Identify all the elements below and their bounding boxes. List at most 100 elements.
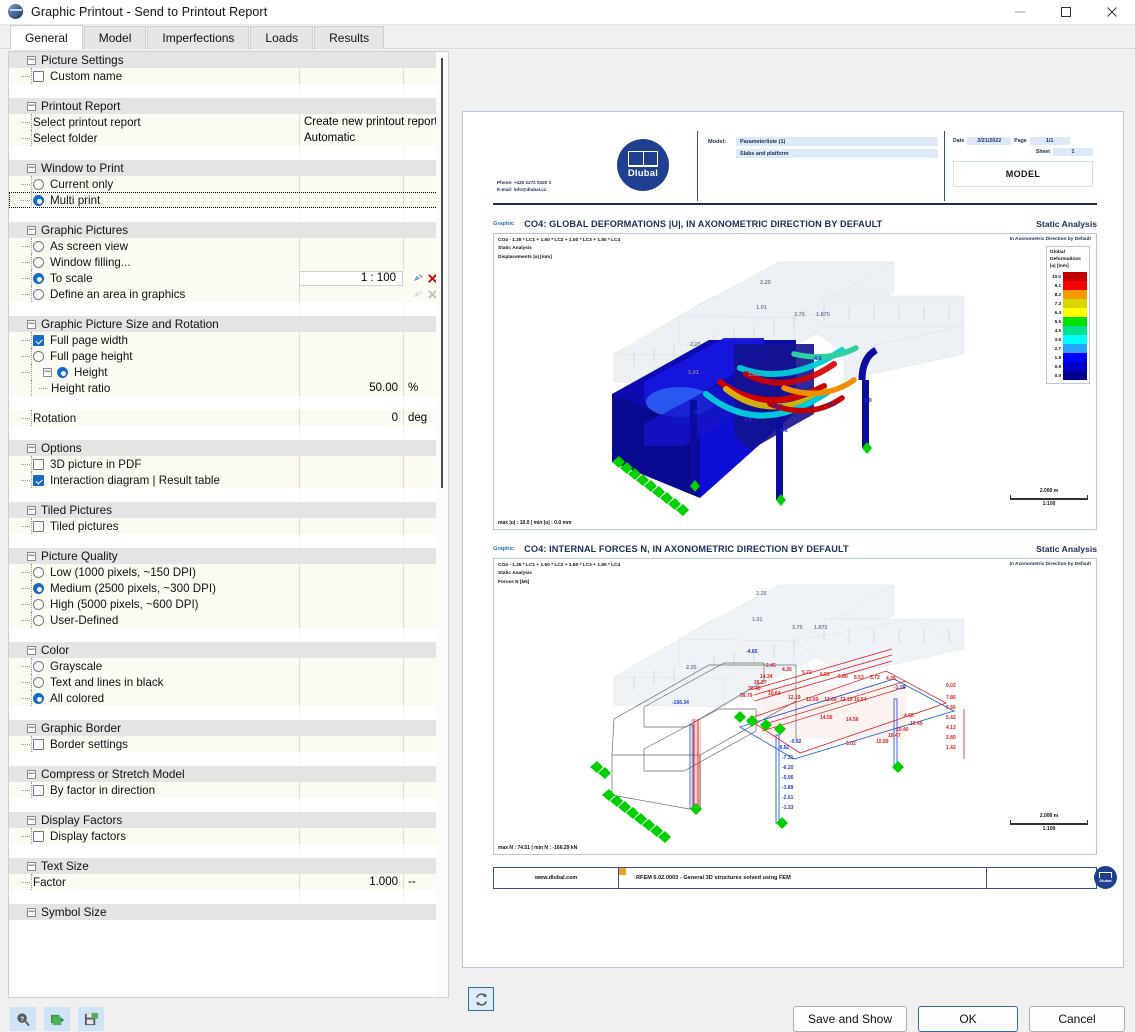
property-row[interactable]: Select folder Automatic [9, 130, 448, 146]
property-row[interactable]: Height ratio 50.00% [9, 380, 448, 396]
property-row[interactable]: Medium (2500 pixels, ~300 DPI) [9, 580, 448, 596]
group-expander-icon[interactable] [27, 225, 36, 235]
property-row[interactable]: Multi print [9, 192, 448, 208]
property-row[interactable]: Window filling... [9, 254, 448, 270]
group-expander-icon[interactable] [27, 907, 36, 917]
property-row[interactable]: All colored [9, 690, 448, 706]
group-expander-icon[interactable] [27, 505, 36, 515]
group-header[interactable]: Picture Settings [9, 52, 448, 68]
tab-model[interactable]: Model [83, 26, 147, 49]
property-row[interactable]: User-Defined [9, 612, 448, 628]
checkbox-0[interactable] [33, 738, 44, 750]
group-header[interactable]: Graphic Border [9, 720, 448, 736]
group-expander-icon[interactable] [27, 723, 36, 733]
group-header[interactable]: Text Size [9, 858, 448, 874]
close-icon[interactable] [1089, 0, 1135, 25]
ok-button[interactable]: OK [918, 1006, 1018, 1032]
group-expander-icon[interactable] [27, 163, 36, 173]
group-header[interactable]: Picture Quality [9, 548, 448, 564]
group-header[interactable]: Options [9, 440, 448, 456]
group-expander-icon[interactable] [27, 815, 36, 825]
property-row[interactable]: As screen view [9, 238, 448, 254]
radio-0[interactable] [33, 566, 44, 578]
group-header[interactable]: Graphic Picture Size and Rotation [9, 316, 448, 332]
property-row[interactable]: High (5000 pixels, ~600 DPI) [9, 596, 448, 612]
sub-expander-icon[interactable] [43, 367, 52, 377]
help-tool-button[interactable]: ? [10, 1007, 36, 1031]
pick-scale-icon[interactable] [411, 272, 424, 285]
property-row[interactable]: Custom name [9, 68, 448, 84]
checkbox-0[interactable] [33, 458, 44, 470]
checkbox-0[interactable] [33, 830, 44, 842]
group-header[interactable]: Symbol Size [9, 904, 448, 920]
group-expander-icon[interactable] [27, 55, 36, 65]
tab-loads[interactable]: Loads [250, 26, 314, 49]
property-row[interactable]: Rotation 0 deg [9, 410, 448, 426]
group-header[interactable]: Printout Report [9, 98, 448, 114]
group-header[interactable]: Tiled Pictures [9, 502, 448, 518]
tab-imperfections[interactable]: Imperfections [147, 26, 250, 49]
property-row[interactable]: By factor in direction [9, 782, 448, 798]
property-row[interactable]: 3D picture in PDF [9, 456, 448, 472]
group-expander-icon[interactable] [27, 551, 36, 561]
import-tool-button[interactable] [44, 1007, 70, 1031]
radio-1[interactable] [33, 676, 44, 688]
refresh-preview-button[interactable] [468, 987, 494, 1011]
checkbox-1[interactable] [33, 474, 44, 486]
group-expander-icon[interactable] [27, 645, 36, 655]
row-value[interactable]: Automatic [304, 132, 355, 144]
property-row[interactable]: Height [9, 364, 448, 380]
property-row[interactable]: Tiled pictures [9, 518, 448, 534]
property-row[interactable]: Interaction diagram | Result table [9, 472, 448, 488]
group-header[interactable]: Compress or Stretch Model [9, 766, 448, 782]
checkbox-0[interactable] [33, 70, 44, 82]
minimize-icon[interactable] [997, 0, 1043, 25]
group-expander-icon[interactable] [27, 769, 36, 779]
property-row[interactable]: Full page height [9, 348, 448, 364]
group-expander-icon[interactable] [27, 443, 36, 453]
tab-results[interactable]: Results [314, 26, 385, 49]
checkbox-0[interactable] [33, 784, 44, 796]
radio-3[interactable] [33, 288, 44, 300]
property-row[interactable]: Border settings [9, 736, 448, 752]
save-and-show-button[interactable]: Save and Show [792, 1006, 907, 1032]
property-row[interactable]: Grayscale [9, 658, 448, 674]
property-row[interactable]: Current only [9, 176, 448, 192]
save-tool-button[interactable] [78, 1007, 104, 1031]
cancel-button[interactable]: Cancel [1029, 1006, 1125, 1032]
property-row[interactable]: Select printout report Create new printou… [9, 114, 448, 130]
radio-1[interactable] [33, 194, 44, 206]
property-row[interactable]: Display factors [9, 828, 448, 844]
radio-0[interactable] [33, 660, 44, 672]
group-expander-icon[interactable] [27, 861, 36, 871]
radio-1[interactable] [33, 350, 44, 362]
checkbox-0[interactable] [33, 520, 44, 532]
radio-1[interactable] [33, 582, 44, 594]
group-header[interactable]: Window to Print [9, 160, 448, 176]
group-header[interactable]: Graphic Pictures [9, 222, 448, 238]
radio-2[interactable] [57, 366, 68, 378]
group-header[interactable]: Color [9, 642, 448, 658]
radio-1[interactable] [33, 256, 44, 268]
property-grid-scrollbar[interactable] [436, 52, 448, 997]
group-expander-icon[interactable] [27, 319, 36, 329]
property-row[interactable]: Full page width [9, 332, 448, 348]
property-row[interactable]: Factor 1.000 -- [9, 874, 448, 890]
group-expander-icon[interactable] [27, 101, 36, 111]
checkbox-0[interactable] [33, 334, 44, 346]
radio-2[interactable] [33, 272, 44, 284]
radio-0[interactable] [33, 240, 44, 252]
radio-3[interactable] [33, 614, 44, 626]
radio-2[interactable] [33, 598, 44, 610]
maximize-icon[interactable] [1043, 0, 1089, 25]
row-value[interactable]: Create new printout report [304, 116, 438, 128]
scale-value-input[interactable]: 1 : 100 [299, 270, 403, 286]
property-row[interactable]: To scale 1 : 100 [9, 270, 448, 286]
property-row[interactable]: Define an area in graphics [9, 286, 448, 302]
radio-0[interactable] [33, 178, 44, 190]
radio-2[interactable] [33, 692, 44, 704]
property-row[interactable]: Text and lines in black [9, 674, 448, 690]
group-header[interactable]: Display Factors [9, 812, 448, 828]
tab-general[interactable]: General [10, 25, 83, 49]
property-row[interactable]: Low (1000 pixels, ~150 DPI) [9, 564, 448, 580]
